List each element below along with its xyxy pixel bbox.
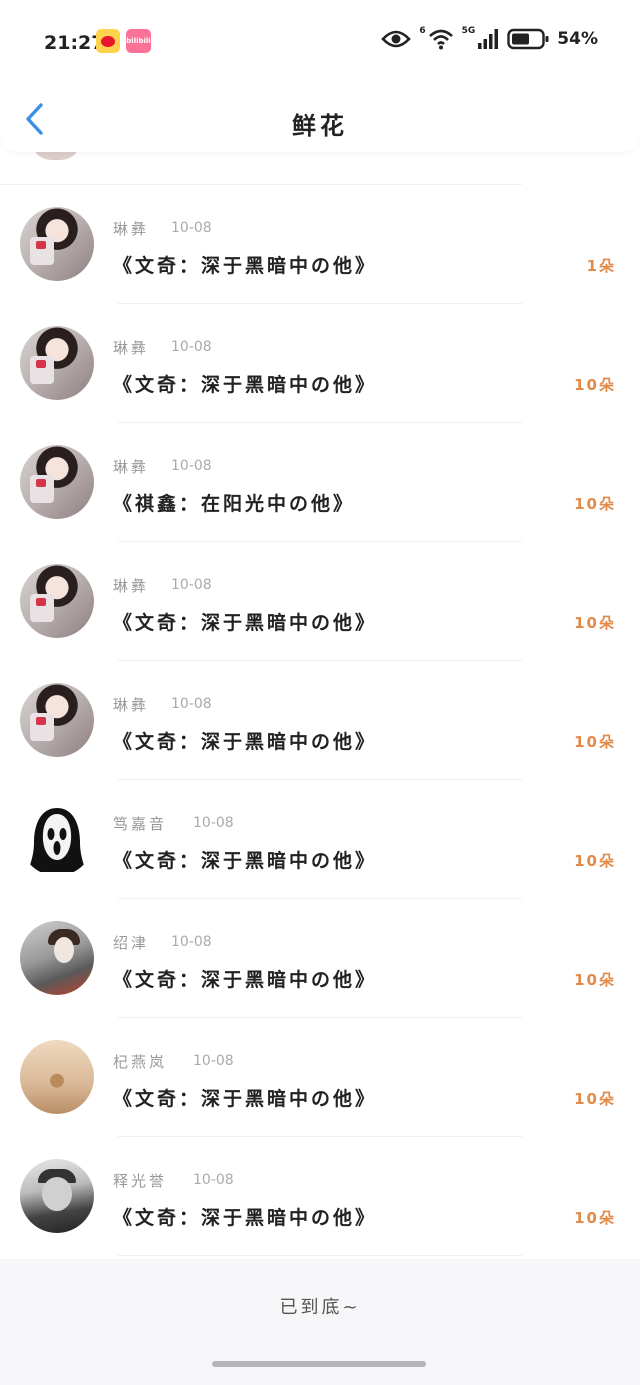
flower-count: 10朵	[574, 733, 616, 751]
bilibili-label: bilibili	[126, 37, 151, 45]
wifi-icon	[428, 28, 454, 50]
work-title: 《文奇：深于黑暗中の他》	[113, 255, 378, 277]
gift-date: 10-08	[171, 934, 212, 950]
avatar[interactable]	[20, 1040, 94, 1114]
list-item[interactable]: 琳彝 10-08 《文奇：深于黑暗中の他》 10朵	[0, 661, 640, 780]
flower-count: 10朵	[574, 852, 616, 870]
gift-date: 10-08	[171, 577, 212, 593]
gift-date: 10-08	[193, 1053, 234, 1069]
gift-date: 10-08	[193, 1172, 234, 1188]
status-indicators: 6 5G 54%	[381, 26, 598, 50]
wifi-badge: 6	[419, 26, 426, 36]
flower-count: 10朵	[574, 1090, 616, 1108]
gift-date: 10-08	[171, 220, 212, 236]
work-title: 《文奇：深于黑暗中の他》	[113, 374, 378, 396]
list-item[interactable]: 琳彝 10-08 《文奇：深于黑暗中の他》 1朵	[0, 185, 640, 304]
sender-name: 琳彝	[113, 577, 150, 595]
sender-name: 绍津	[113, 934, 150, 952]
list-item[interactable]: 笃嘉音 10-08 《文奇：深于黑暗中の他》 10朵	[0, 780, 640, 899]
gift-date: 10-08	[171, 696, 212, 712]
flower-count: 1朵	[586, 257, 616, 275]
battery-icon	[507, 28, 549, 50]
sender-name: 杞燕岚	[113, 1053, 168, 1071]
signal-icon	[477, 28, 499, 50]
header-bar: 鲜花	[0, 86, 640, 152]
sender-name: 琳彝	[113, 458, 150, 476]
network-label: 5G	[461, 26, 476, 36]
avatar[interactable]	[20, 564, 94, 638]
page-title: 鲜花	[292, 112, 348, 140]
divider	[118, 1255, 522, 1256]
gift-date: 10-08	[171, 458, 212, 474]
home-indicator[interactable]	[212, 1361, 426, 1367]
avatar[interactable]	[20, 207, 94, 281]
sender-name: 释光誉	[113, 1172, 168, 1190]
flower-count: 10朵	[574, 971, 616, 989]
sender-name: 琳彝	[113, 696, 150, 714]
battery-percent: 54%	[557, 29, 598, 49]
sender-name: 琳彝	[113, 220, 150, 238]
flower-count: 10朵	[574, 614, 616, 632]
list-item[interactable]: 绍津 10-08 《文奇：深于黑暗中の他》 10朵	[0, 899, 640, 1018]
work-title: 《文奇：深于黑暗中の他》	[113, 850, 378, 872]
sender-name: 笃嘉音	[113, 815, 168, 833]
flower-count: 10朵	[574, 376, 616, 394]
list-item[interactable]: 琳彝 10-08 《文奇：深于黑暗中の他》 10朵	[0, 304, 640, 423]
sender-name: 琳彝	[113, 339, 150, 357]
list-footer: 已到底~	[0, 1259, 640, 1385]
work-title: 《文奇：深于黑暗中の他》	[113, 612, 378, 634]
avatar[interactable]	[20, 921, 94, 995]
work-title: 《文奇：深于黑暗中の他》	[113, 969, 378, 991]
work-title: 《文奇：深于黑暗中の他》	[113, 1088, 378, 1110]
weibo-icon	[96, 29, 120, 53]
list-item[interactable]: 琳彝 10-08 《祺鑫：在阳光中の他》 10朵	[0, 423, 640, 542]
eye-icon	[381, 29, 412, 49]
bilibili-icon: bilibili	[126, 29, 151, 53]
list-item-partial	[0, 138, 522, 185]
flower-list: 琳彝 10-08 《文奇：深于黑暗中の他》 1朵 琳彝 10-08 《文奇：深于黑暗中の他》…	[0, 138, 640, 1256]
status-bar: 21:27 bilibili 6 5G 54%	[0, 0, 640, 86]
end-of-list-text: 已到底~	[279, 1297, 361, 1318]
flower-count: 10朵	[574, 495, 616, 513]
avatar[interactable]	[20, 326, 94, 400]
avatar[interactable]	[20, 683, 94, 757]
gift-date: 10-08	[171, 339, 212, 355]
avatar[interactable]	[20, 445, 94, 519]
list-item[interactable]: 释光誉 10-08 《文奇：深于黑暗中の他》 10朵	[0, 1137, 640, 1256]
work-title: 《祺鑫：在阳光中の他》	[113, 493, 356, 515]
list-item[interactable]: 杞燕岚 10-08 《文奇：深于黑暗中の他》 10朵	[0, 1018, 640, 1137]
gift-date: 10-08	[193, 815, 234, 831]
work-title: 《文奇：深于黑暗中の他》	[113, 1207, 378, 1229]
work-title: 《文奇：深于黑暗中の他》	[113, 731, 378, 753]
avatar[interactable]	[20, 1159, 94, 1233]
list-item[interactable]: 琳彝 10-08 《文奇：深于黑暗中の他》 10朵	[0, 542, 640, 661]
flower-count: 10朵	[574, 1209, 616, 1227]
avatar[interactable]	[20, 802, 94, 876]
